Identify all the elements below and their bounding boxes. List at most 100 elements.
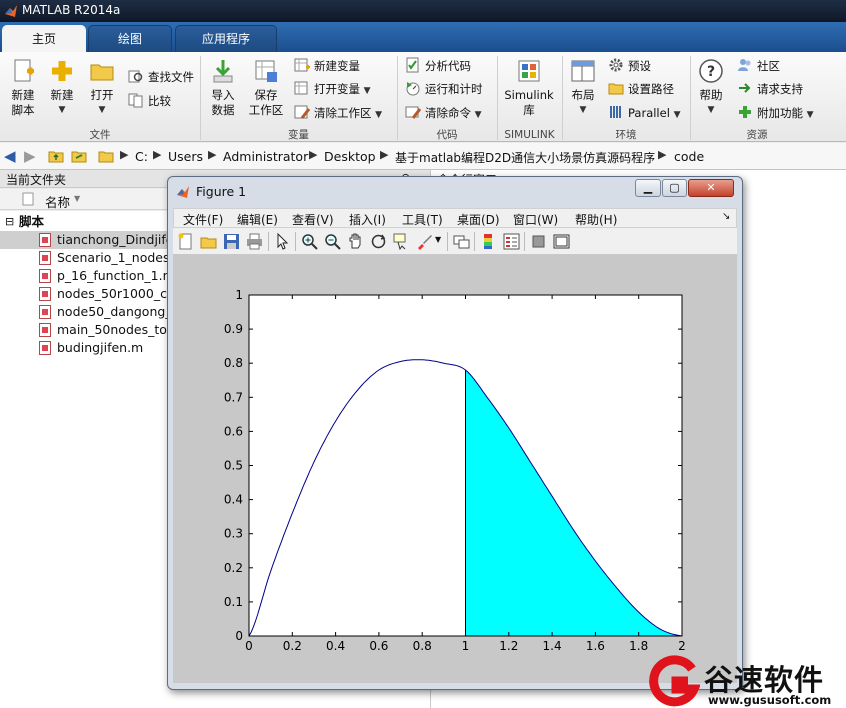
y-tick-label: 0.3 xyxy=(224,527,243,541)
preferences-button[interactable]: 预设 xyxy=(608,57,651,75)
hide-plot-icon[interactable] xyxy=(530,233,547,250)
collapse-icon[interactable]: ⊟ xyxy=(5,213,14,231)
help-button[interactable]: ? 帮助 ▼ xyxy=(695,58,727,118)
sort-down-icon[interactable]: ▼ xyxy=(74,194,80,203)
tab-apps[interactable]: 应用程序 xyxy=(175,25,277,52)
pointer-icon[interactable] xyxy=(274,233,291,250)
breadcrumb-code[interactable]: code xyxy=(674,149,704,164)
file-name: tianchong_Dindjifen xyxy=(57,232,182,247)
gear-icon xyxy=(609,58,623,72)
matlab-logo-icon xyxy=(177,186,189,198)
clear-workspace-label: 清除工作区 xyxy=(314,106,372,120)
set-path-button[interactable]: 设置路径 xyxy=(608,80,674,98)
legend-icon[interactable] xyxy=(503,233,520,250)
save-workspace-button[interactable]: 保存 工作区 xyxy=(246,58,286,118)
up-folder-icon[interactable] xyxy=(48,148,64,164)
menu-dock-icon[interactable]: ↘ xyxy=(722,211,730,222)
new-script-label-1: 新建 xyxy=(11,88,35,102)
open-variable-button[interactable]: 打开变量 ▼ xyxy=(294,80,371,98)
menu-help[interactable]: 帮助(H) xyxy=(575,211,617,228)
menu-window[interactable]: 窗口(W) xyxy=(513,211,558,228)
open-icon[interactable] xyxy=(200,233,217,250)
analyze-code-button[interactable]: 分析代码 xyxy=(405,57,471,75)
mfile-icon xyxy=(39,323,51,337)
new-button[interactable]: 新建 ▼ xyxy=(46,58,78,118)
show-plot-icon[interactable] xyxy=(553,233,570,250)
breadcrumb-administrator[interactable]: Administrator xyxy=(223,149,308,164)
file-name: main_50nodes_tong xyxy=(57,322,183,337)
column-name-header[interactable]: 名称 xyxy=(45,192,70,211)
menu-tools[interactable]: 工具(T) xyxy=(402,211,443,228)
brush-dropdown-icon[interactable]: ▼ xyxy=(435,235,441,244)
breadcrumb-desktop[interactable]: Desktop xyxy=(324,149,376,164)
group-environment-label: 环境 xyxy=(615,129,637,141)
save-icon[interactable] xyxy=(223,233,240,250)
layout-dropdown-icon: ▼ xyxy=(579,105,587,115)
new-script-button[interactable]: 新建 脚本 xyxy=(6,58,40,118)
clear-workspace-button[interactable]: 清除工作区 ▼ xyxy=(294,104,382,122)
breadcrumb-users[interactable]: Users xyxy=(168,149,203,164)
y-tick-label: 0.2 xyxy=(224,561,243,575)
brush-icon[interactable] xyxy=(416,233,433,250)
layout-button[interactable]: 布局 ▼ xyxy=(566,58,600,118)
watermark-url: www.gususoft.com xyxy=(708,693,832,707)
datacursor-icon[interactable] xyxy=(393,233,410,250)
figure-title-bar[interactable]: Figure 1 ▁ ▢ ✕ xyxy=(168,177,742,207)
x-tick-label: 0 xyxy=(245,639,253,653)
toolbar-divider xyxy=(447,232,448,251)
menu-file[interactable]: 文件(F) xyxy=(183,211,223,228)
run-and-time-button[interactable]: 运行和计时 xyxy=(405,80,483,98)
open-dropdown-icon: ▼ xyxy=(98,105,106,115)
breadcrumb-drive[interactable]: C: xyxy=(135,149,148,164)
colorbar-icon[interactable] xyxy=(480,233,497,250)
zoom-out-icon[interactable] xyxy=(324,233,341,250)
new-script-icon xyxy=(14,59,34,82)
link-icon[interactable] xyxy=(453,233,470,250)
compare-icon xyxy=(128,93,143,108)
back-arrow-icon[interactable]: ◀ xyxy=(4,147,16,165)
menu-desktop[interactable]: 桌面(D) xyxy=(457,211,500,228)
browse-folder-icon[interactable] xyxy=(71,148,87,164)
menu-insert[interactable]: 插入(I) xyxy=(349,211,386,228)
toolbar-divider xyxy=(268,232,269,251)
figure-window[interactable]: Figure 1 ▁ ▢ ✕ 文件(F) 编辑(E) 查看(V) 插入(I) 工… xyxy=(167,176,743,690)
zoom-in-icon[interactable] xyxy=(301,233,318,250)
minimize-button[interactable]: ▁ xyxy=(635,179,661,197)
menu-edit[interactable]: 编辑(E) xyxy=(237,211,278,228)
plot-svg: 0 0.2 0.4 0.6 0.8 1 1.2 1.4 1.6 1.8 2 0 0.1 0.2 0.3 0.4… xyxy=(224,288,686,653)
breadcrumb-separator-icon: ▶ xyxy=(153,148,162,161)
compare-button[interactable]: 比较 xyxy=(128,92,171,110)
rotate-icon[interactable] xyxy=(370,233,387,250)
breadcrumb-project-folder[interactable]: 基于matlab编程D2D通信大小场景仿真源码程序 xyxy=(395,149,655,166)
community-button[interactable]: 社区 xyxy=(737,57,780,75)
open-button[interactable]: 打开 ▼ xyxy=(86,58,118,118)
save-workspace-icon xyxy=(255,60,277,82)
addons-button[interactable]: 附加功能 ▼ xyxy=(737,104,814,122)
y-tick-label: 0 xyxy=(235,629,243,643)
forward-arrow-icon[interactable]: ▶ xyxy=(24,147,36,165)
toolbar-divider xyxy=(524,232,525,251)
set-path-icon xyxy=(608,83,624,95)
clear-commands-button[interactable]: 清除命令 ▼ xyxy=(405,104,482,122)
menu-view[interactable]: 查看(V) xyxy=(292,211,334,228)
import-data-button[interactable]: 导入 数据 xyxy=(206,58,240,118)
print-icon[interactable] xyxy=(246,233,263,250)
tab-home[interactable]: 主页 xyxy=(2,25,86,52)
maximize-button[interactable]: ▢ xyxy=(662,179,687,197)
group-variable-label: 变量 xyxy=(288,129,309,141)
parallel-button[interactable]: Parallel ▼ xyxy=(608,104,680,122)
close-button[interactable]: ✕ xyxy=(688,179,734,197)
new-figure-icon[interactable] xyxy=(177,233,194,250)
tab-plots[interactable]: 绘图 xyxy=(88,25,172,52)
pan-icon[interactable] xyxy=(347,233,364,250)
y-tick-label: 0.8 xyxy=(224,356,243,370)
y-tick-label: 0.9 xyxy=(224,322,243,336)
new-variable-button[interactable]: 新建变量 xyxy=(294,57,360,75)
clear-commands-dropdown-icon: ▼ xyxy=(474,110,482,120)
simulink-library-button[interactable]: Simulink 库 xyxy=(502,58,556,118)
find-files-button[interactable]: 查找文件 xyxy=(128,68,194,86)
request-support-button[interactable]: 请求支持 xyxy=(737,80,803,98)
y-tick-label: 0.1 xyxy=(224,595,243,609)
help-dropdown-icon: ▼ xyxy=(707,105,715,115)
group-resources-label: 资源 xyxy=(746,129,768,141)
